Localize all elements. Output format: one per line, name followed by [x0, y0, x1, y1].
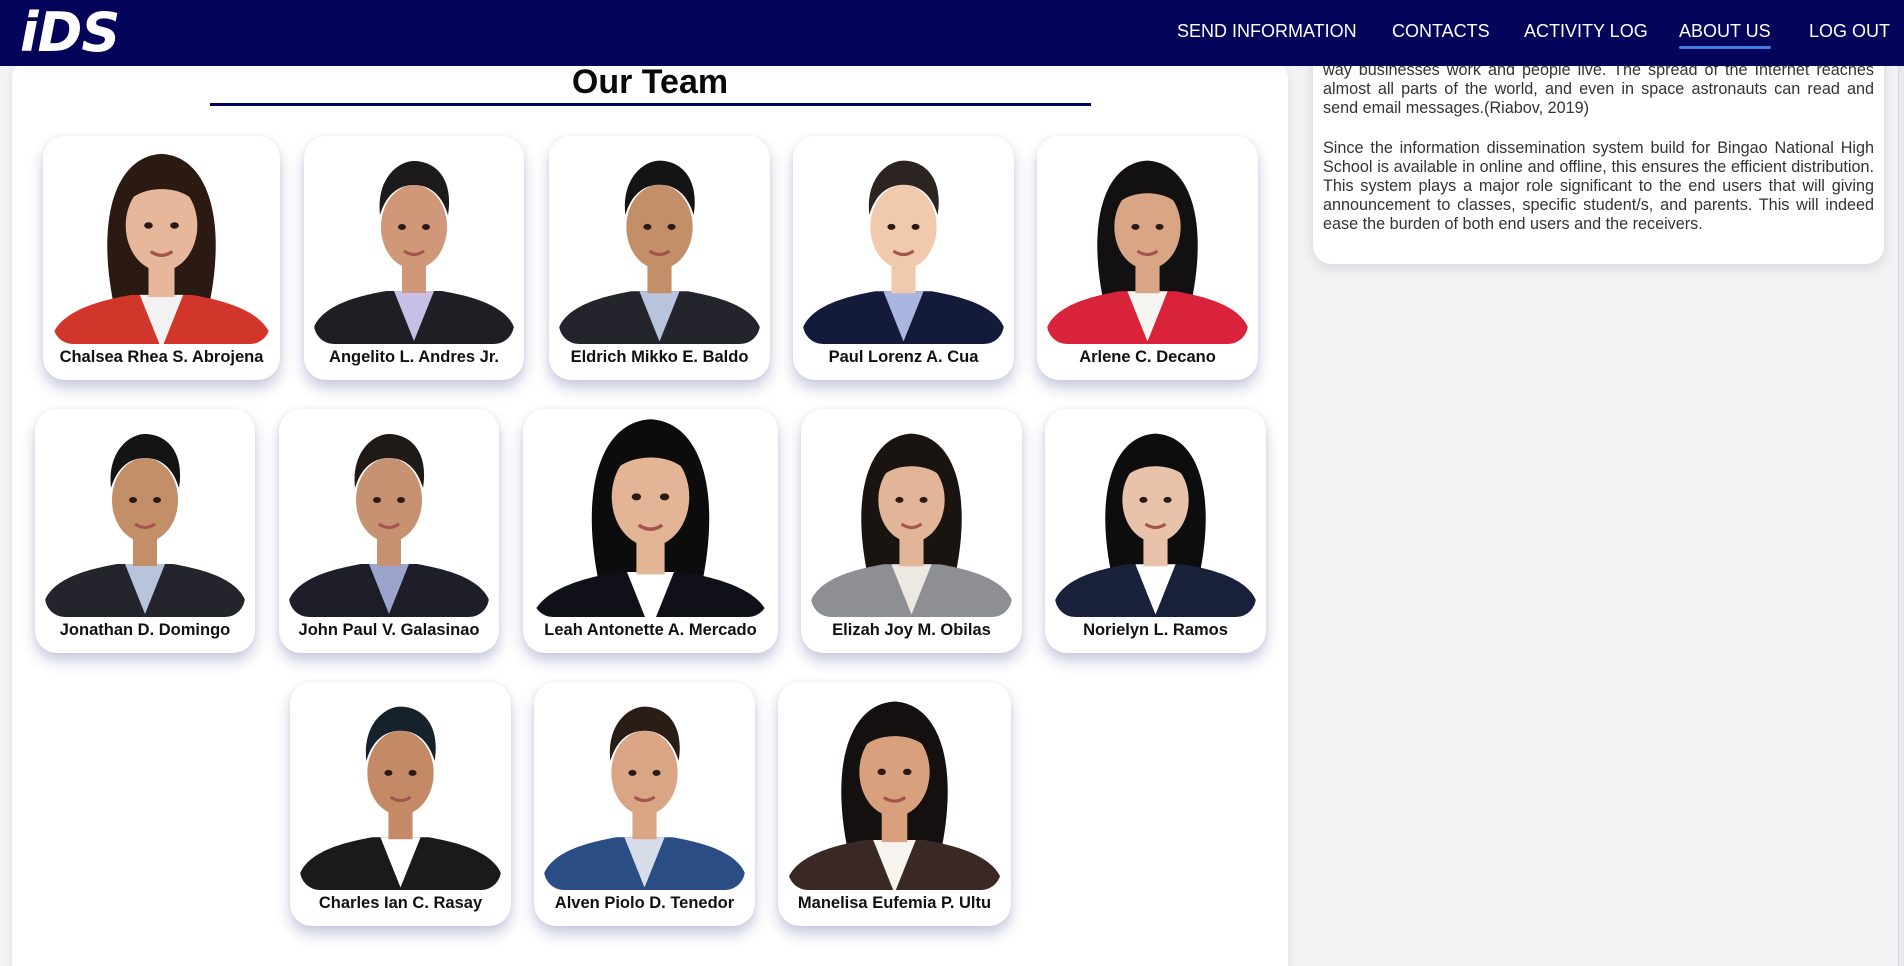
logo-text: iDS [20, 1, 120, 64]
team-member-name: Jonathan D. Domingo [59, 621, 231, 639]
ids-logo[interactable]: iDS [20, 1, 120, 64]
team-member-name: Leah Antonette A. Mercado [544, 621, 757, 639]
team-member-card[interactable]: Arlene C. Decano [1037, 136, 1258, 380]
team-member-name: Elizah Joy M. Obilas [832, 621, 991, 639]
about-panel: way businesses work and people live. The… [1313, 40, 1884, 264]
team-member-photo [544, 692, 745, 890]
team-member-name: Chalsea Rhea S. Abrojena [59, 348, 264, 366]
team-member-card[interactable]: Alven Piolo D. Tenedor [534, 682, 755, 926]
nav-activity-log[interactable]: ACTIVITY LOG [1524, 21, 1648, 42]
team-member-photo [289, 419, 489, 617]
team-member-name: Alven Piolo D. Tenedor [554, 894, 735, 912]
team-member-photo [788, 692, 1001, 890]
team-member-name: Manelisa Eufemia P. Ultu [797, 894, 992, 912]
team-title: Our Team [571, 63, 729, 101]
team-member-photo [314, 146, 514, 344]
team-member-card[interactable]: Eldrich Mikko E. Baldo [549, 136, 770, 380]
team-member-photo [803, 146, 1004, 344]
team-member-photo [533, 419, 768, 617]
top-navbar: iDS SEND INFORMATION CONTACTS ACTIVITY L… [0, 0, 1904, 66]
team-member-card[interactable]: Norielyn L. Ramos [1045, 409, 1266, 653]
nav-contacts[interactable]: CONTACTS [1392, 21, 1490, 42]
about-paragraph-2: Since the information dissemination syst… [1323, 139, 1874, 233]
team-member-card[interactable]: Jonathan D. Domingo [35, 409, 255, 653]
team-member-card[interactable]: Angelito L. Andres Jr. [304, 136, 524, 380]
team-member-card[interactable]: Manelisa Eufemia P. Ultu [778, 682, 1011, 926]
team-member-name: John Paul V. Galasinao [298, 621, 480, 639]
team-member-name: Arlene C. Decano [1079, 348, 1216, 366]
nav-log-out[interactable]: LOG OUT [1809, 21, 1890, 42]
team-member-photo [1055, 419, 1256, 617]
nav-about-us[interactable]: ABOUT US [1679, 21, 1771, 49]
team-member-card[interactable]: Elizah Joy M. Obilas [801, 409, 1022, 653]
team-member-name: Eldrich Mikko E. Baldo [570, 348, 749, 366]
team-member-photo [300, 692, 501, 890]
nav-send-information[interactable]: SEND INFORMATION [1177, 21, 1357, 42]
team-member-card[interactable]: John Paul V. Galasinao [279, 409, 499, 653]
team-member-photo [811, 419, 1012, 617]
team-member-name: Paul Lorenz A. Cua [828, 348, 979, 366]
team-member-photo [45, 419, 245, 617]
team-title-underline [210, 103, 1091, 106]
team-member-card[interactable]: Chalsea Rhea S. Abrojena [43, 136, 280, 380]
team-member-photo [559, 146, 760, 344]
team-member-photo [1047, 146, 1248, 344]
team-member-photo [53, 146, 270, 344]
page-scrollbar[interactable] [1898, 66, 1904, 966]
about-paragraph-1: way businesses work and people live. The… [1323, 61, 1874, 117]
team-member-name: Angelito L. Andres Jr. [329, 348, 499, 366]
team-member-card[interactable]: Leah Antonette A. Mercado [523, 409, 778, 653]
team-member-card[interactable]: Charles Ian C. Rasay [290, 682, 511, 926]
team-member-name: Norielyn L. Ramos [1083, 621, 1228, 639]
team-member-name: Charles Ian C. Rasay [318, 894, 483, 912]
team-member-card[interactable]: Paul Lorenz A. Cua [793, 136, 1014, 380]
